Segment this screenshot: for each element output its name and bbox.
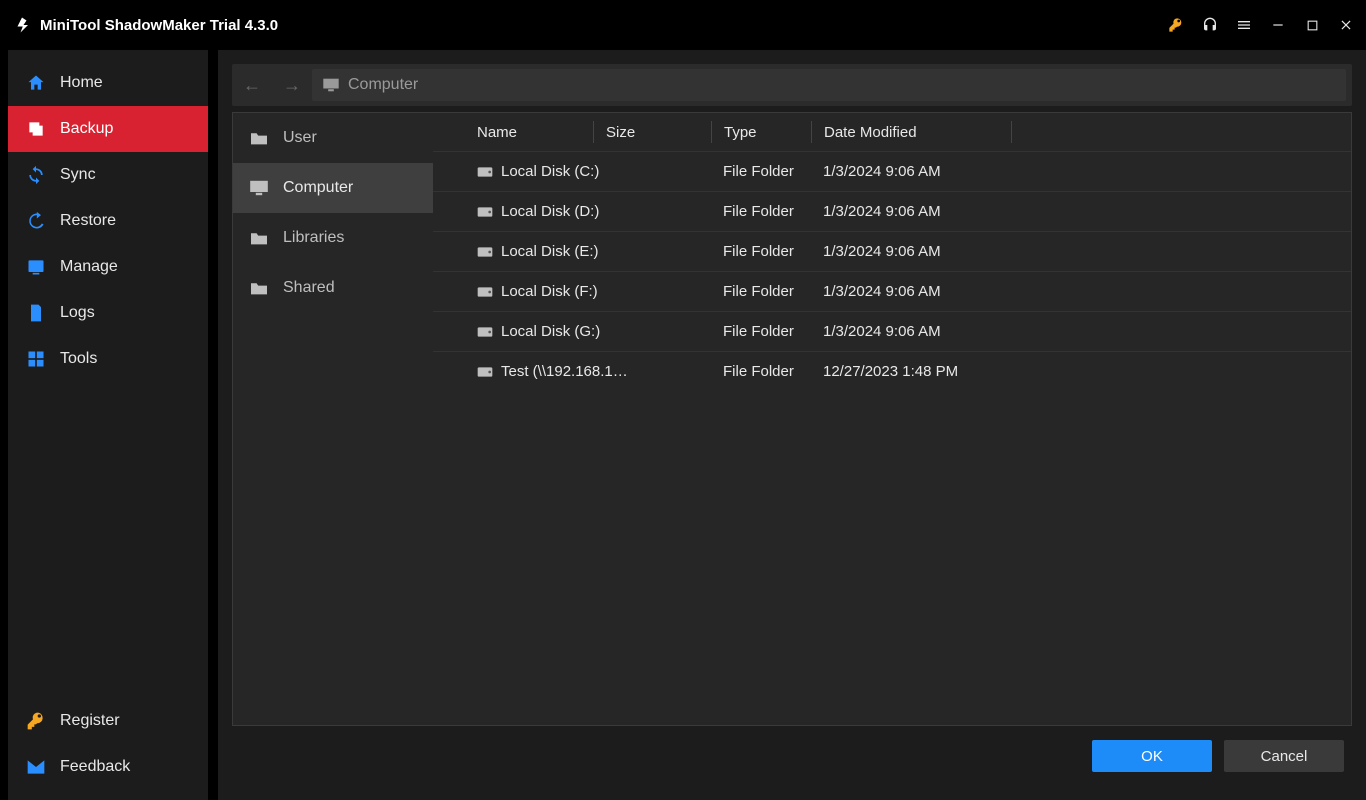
- place-label: Shared: [283, 279, 335, 297]
- mail-icon: [26, 757, 46, 777]
- col-name[interactable]: Name: [433, 121, 593, 143]
- app-title: MiniTool ShadowMaker Trial 4.3.0: [40, 17, 278, 34]
- sidebar-item-label: Feedback: [60, 758, 130, 776]
- file-type: File Folder: [711, 283, 811, 300]
- file-row[interactable]: Local Disk (G:) File Folder1/3/2024 9:06 …: [433, 311, 1351, 351]
- sidebar-item-label: Backup: [60, 120, 113, 138]
- file-name: Local Disk (D:): [501, 203, 599, 220]
- titlebar: MiniTool ShadowMaker Trial 4.3.0: [0, 0, 1366, 50]
- sidebar-item-sync[interactable]: Sync: [8, 152, 208, 198]
- cancel-button[interactable]: Cancel: [1224, 740, 1344, 772]
- manage-icon: [26, 257, 46, 277]
- place-libraries[interactable]: Libraries: [233, 213, 433, 263]
- file-row[interactable]: Local Disk (D:) File Folder1/3/2024 9:06 …: [433, 191, 1351, 231]
- nav-forward-icon[interactable]: →: [272, 75, 312, 96]
- logs-icon: [26, 303, 46, 323]
- file-date: 1/3/2024 9:06 AM: [811, 323, 1011, 340]
- sidebar: Home Backup Sync Restore Manage Logs Too…: [8, 50, 208, 800]
- file-date: 12/27/2023 1:48 PM: [811, 363, 1011, 380]
- folder-user-icon: [249, 130, 269, 146]
- sidebar-item-register[interactable]: Register: [8, 698, 208, 744]
- file-date: 1/3/2024 9:06 AM: [811, 243, 1011, 260]
- ok-button[interactable]: OK: [1092, 740, 1212, 772]
- location-box[interactable]: Computer: [312, 69, 1346, 101]
- sidebar-item-home[interactable]: Home: [8, 60, 208, 106]
- pathbar: ← → Computer: [232, 64, 1352, 106]
- col-type[interactable]: Type: [711, 121, 811, 143]
- restore-icon: [26, 211, 46, 231]
- file-name: Test (\\192.168.1…: [501, 363, 628, 380]
- file-rows: Local Disk (C:)File Folder1/3/2024 9:06 …: [433, 151, 1351, 725]
- menu-icon[interactable]: [1236, 17, 1252, 33]
- file-panel: Name Size Type Date Modified Local Disk …: [433, 113, 1351, 725]
- disk-icon: [477, 246, 493, 258]
- file-name: Local Disk (E:): [501, 243, 599, 260]
- file-type: File Folder: [711, 243, 811, 260]
- folder-icon: [249, 280, 269, 296]
- maximize-icon[interactable]: [1304, 17, 1320, 33]
- file-name: Local Disk (F:): [501, 283, 598, 300]
- col-date[interactable]: Date Modified: [811, 121, 1011, 143]
- sync-icon: [26, 165, 46, 185]
- sidebar-item-label: Sync: [60, 166, 96, 184]
- file-header: Name Size Type Date Modified: [433, 113, 1351, 151]
- sidebar-item-manage[interactable]: Manage: [8, 244, 208, 290]
- home-icon: [26, 73, 46, 93]
- place-label: Libraries: [283, 229, 344, 247]
- sidebar-item-logs[interactable]: Logs: [8, 290, 208, 336]
- col-spacer: [1011, 121, 1351, 143]
- content-panel: ← → Computer User Computer: [218, 50, 1366, 800]
- place-user[interactable]: User: [233, 113, 433, 163]
- sidebar-item-restore[interactable]: Restore: [8, 198, 208, 244]
- place-computer[interactable]: Computer: [233, 163, 433, 213]
- disk-icon: [477, 286, 493, 298]
- key-icon: [26, 711, 46, 731]
- file-type: File Folder: [711, 323, 811, 340]
- sidebar-item-label: Manage: [60, 258, 118, 276]
- minimize-icon[interactable]: [1270, 17, 1286, 33]
- dialog-footer: OK Cancel: [232, 726, 1352, 786]
- disk-icon: [477, 166, 493, 178]
- folder-icon: [249, 230, 269, 246]
- location-text: Computer: [348, 76, 418, 94]
- sidebar-item-label: Register: [60, 712, 120, 730]
- place-shared[interactable]: Shared: [233, 263, 433, 313]
- backup-icon: [26, 119, 46, 139]
- places-list: User Computer Libraries Shared: [233, 113, 433, 725]
- file-date: 1/3/2024 9:06 AM: [811, 203, 1011, 220]
- sidebar-item-label: Logs: [60, 304, 95, 322]
- tools-icon: [26, 349, 46, 369]
- disk-icon: [477, 206, 493, 218]
- place-label: User: [283, 129, 317, 147]
- place-label: Computer: [283, 179, 353, 197]
- sidebar-item-label: Tools: [60, 350, 97, 368]
- col-size[interactable]: Size: [593, 121, 711, 143]
- sidebar-item-backup[interactable]: Backup: [8, 106, 208, 152]
- file-row[interactable]: Test (\\192.168.1… File Folder12/27/2023 …: [433, 351, 1351, 391]
- app-logo-icon: [12, 15, 32, 35]
- key-icon[interactable]: [1168, 17, 1184, 33]
- file-row[interactable]: Local Disk (F:) File Folder1/3/2024 9:06 …: [433, 271, 1351, 311]
- sidebar-item-label: Home: [60, 74, 103, 92]
- sidebar-item-feedback[interactable]: Feedback: [8, 744, 208, 790]
- file-type: File Folder: [711, 363, 811, 380]
- disk-icon: [477, 366, 493, 378]
- monitor-icon: [249, 180, 269, 196]
- sidebar-item-tools[interactable]: Tools: [8, 336, 208, 382]
- file-date: 1/3/2024 9:06 AM: [811, 163, 1011, 180]
- headset-icon[interactable]: [1202, 17, 1218, 33]
- file-name: Local Disk (C:): [501, 163, 599, 180]
- close-icon[interactable]: [1338, 17, 1354, 33]
- file-browser: User Computer Libraries Shared Name: [232, 112, 1352, 726]
- disk-icon: [477, 326, 493, 338]
- file-name: Local Disk (G:): [501, 323, 600, 340]
- monitor-icon: [322, 78, 340, 92]
- file-date: 1/3/2024 9:06 AM: [811, 283, 1011, 300]
- file-row[interactable]: Local Disk (E:) File Folder1/3/2024 9:06 …: [433, 231, 1351, 271]
- file-type: File Folder: [711, 163, 811, 180]
- nav-back-icon[interactable]: ←: [232, 75, 272, 96]
- sidebar-item-label: Restore: [60, 212, 116, 230]
- file-row[interactable]: Local Disk (C:) File Folder1/3/2024 9:06 …: [433, 151, 1351, 191]
- file-type: File Folder: [711, 203, 811, 220]
